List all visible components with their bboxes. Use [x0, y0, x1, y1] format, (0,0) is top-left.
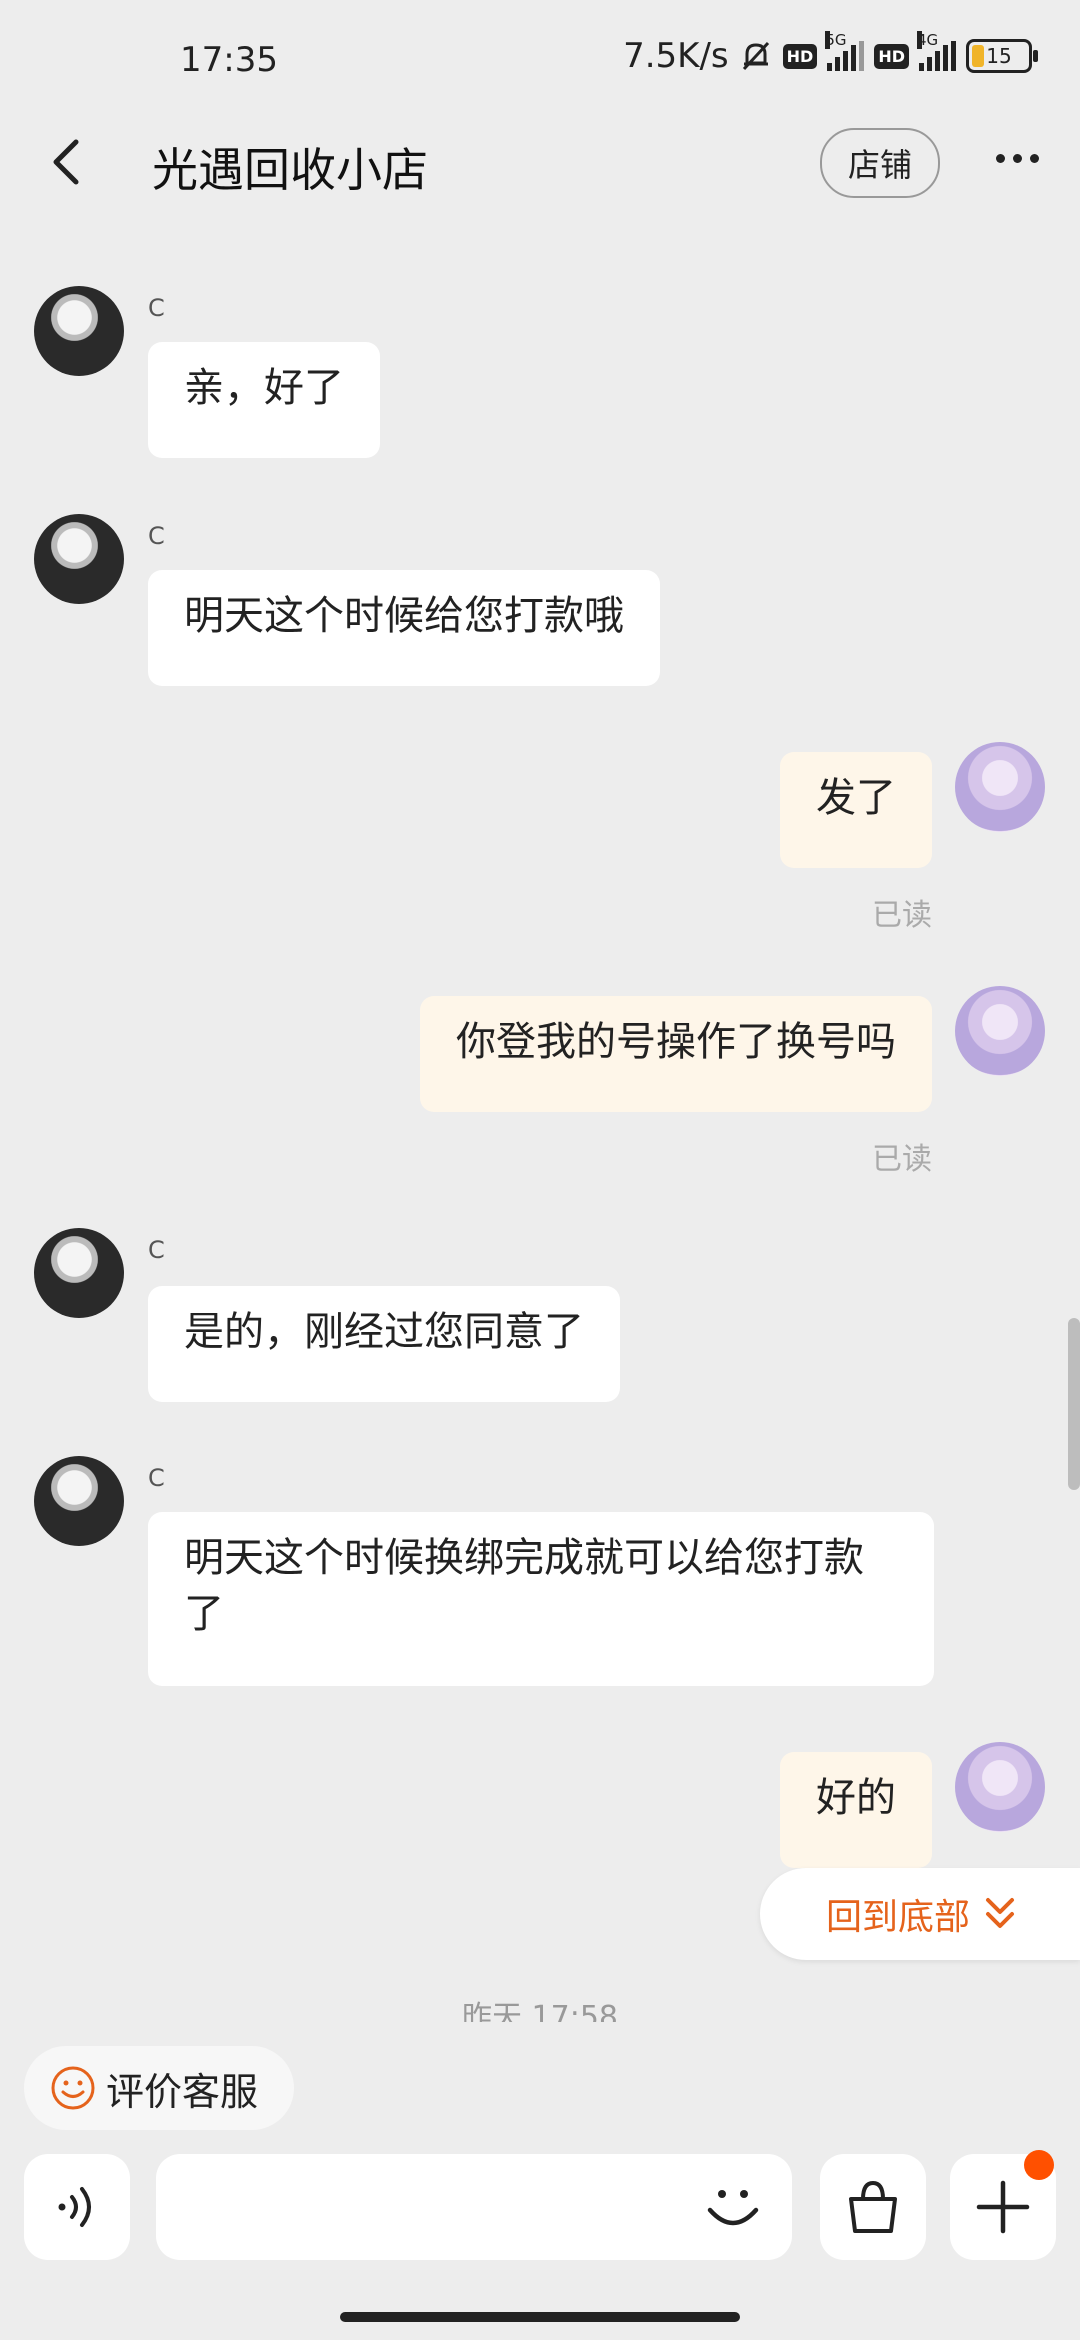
message-bubble-seller[interactable]: 明天这个时候给您打款哦 — [148, 570, 660, 686]
sender-name: C — [148, 294, 165, 322]
net-speed: 7.5K/s — [623, 36, 729, 76]
message-bubble-seller[interactable]: 是的，刚经过您同意了 — [148, 1286, 620, 1402]
voice-input-button[interactable] — [24, 2154, 130, 2260]
rate-service-button[interactable]: 评价客服 — [24, 2046, 294, 2130]
back-to-bottom-button[interactable]: 回到底部 — [760, 1868, 1080, 1960]
message-bubble-self[interactable]: 你登我的号操作了换号吗 — [420, 996, 932, 1112]
home-indicator[interactable] — [340, 2312, 740, 2322]
hd-badge: HD — [782, 43, 818, 69]
sender-name: C — [148, 1236, 165, 1264]
message-bubble-seller[interactable]: 明天这个时候换绑完成就可以给您打款了 — [148, 1512, 934, 1686]
back-arrow-icon[interactable] — [40, 132, 94, 192]
sender-name: C — [148, 522, 165, 550]
read-status: 已读 — [872, 1142, 932, 1177]
battery-icon: 15 — [966, 39, 1038, 73]
status-time: 17:35 — [180, 40, 278, 80]
rate-service-label: 评价客服 — [106, 2069, 259, 2114]
message-bubble-self[interactable]: 发了 — [780, 752, 932, 868]
chat-title: 光遇回收小店 — [152, 143, 428, 197]
notification-dot — [1024, 2150, 1054, 2180]
user-avatar[interactable] — [955, 1742, 1045, 1832]
seller-avatar[interactable] — [34, 286, 124, 376]
smiley-icon — [51, 2066, 95, 2110]
plus-icon — [976, 2180, 1030, 2234]
store-button[interactable]: 店铺 — [820, 128, 940, 198]
seller-avatar[interactable] — [34, 1456, 124, 1546]
battery-level: 15 — [986, 44, 1012, 68]
shopping-bag-button[interactable] — [820, 2154, 926, 2260]
more-options-icon[interactable] — [996, 148, 1046, 168]
scrollbar[interactable] — [1068, 1318, 1080, 1490]
user-avatar[interactable] — [955, 742, 1045, 832]
shopping-bag-icon — [849, 2180, 897, 2233]
message-bubble-seller[interactable]: 亲，好了 — [148, 342, 380, 458]
read-status: 已读 — [872, 898, 932, 933]
mute-bell-icon — [742, 41, 769, 71]
seller-avatar[interactable] — [34, 1228, 124, 1318]
seller-avatar[interactable] — [34, 514, 124, 604]
emoji-icon[interactable] — [700, 2174, 766, 2240]
back-to-bottom-label: 回到底部 — [826, 1897, 971, 1938]
input-bar — [0, 2140, 1080, 2340]
user-avatar[interactable] — [955, 986, 1045, 1076]
voice-icon — [58, 2187, 91, 2227]
signal-4g-icon: 4G — [917, 31, 956, 71]
status-bar: 17:35 7.5K/s HD 5G HD 4G 15 — [0, 0, 1080, 120]
hd-badge-2: HD — [874, 43, 909, 69]
double-chevron-down-icon — [986, 1898, 1015, 1928]
chat-header: 光遇回收小店 店铺 — [0, 120, 1080, 210]
signal-5g-icon: 5G — [825, 31, 865, 71]
message-bubble-self[interactable]: 好的 — [780, 1752, 932, 1868]
sender-name: C — [148, 1464, 165, 1492]
message-input[interactable] — [156, 2154, 792, 2260]
message-timestamp: 昨天 17:58 — [462, 2000, 618, 2022]
status-right: 7.5K/s HD 5G HD 4G 15 — [623, 31, 1038, 76]
